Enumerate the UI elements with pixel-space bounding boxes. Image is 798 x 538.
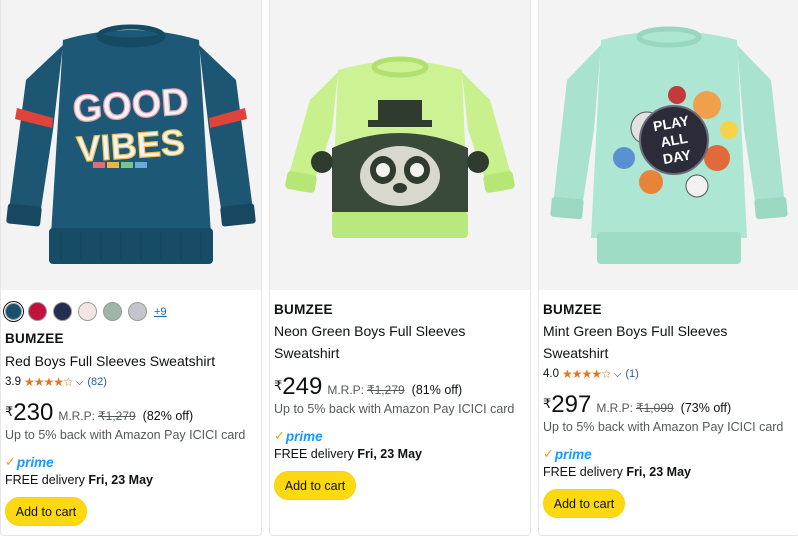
more-colors-link[interactable]: +9	[154, 306, 167, 318]
swatch-blue[interactable]	[5, 303, 22, 320]
swatch-pink[interactable]	[78, 302, 97, 321]
product-card[interactable]: PLAY ALL DAY BUMZEE Mint Green Boys Full…	[538, 0, 798, 536]
product-title-line-2[interactable]: Sweatshirt	[543, 342, 795, 364]
product-title-line-1[interactable]: Neon Green Boys Full Sleeves	[274, 320, 526, 342]
rating-value: 4.0	[543, 368, 559, 380]
delivery-text: FREE delivery Fri, 23 May	[5, 473, 153, 487]
prime-check-icon: ✓	[274, 428, 285, 443]
mrp-label: M.R.P:	[596, 401, 633, 415]
product-title-line-1[interactable]: Mint Green Boys Full Sleeves	[543, 320, 795, 342]
cashback-text: Up to 5% back with Amazon Pay ICICI card	[274, 402, 515, 416]
prime-badge: ✓ prime	[274, 428, 323, 444]
add-to-cart-button[interactable]: Add to cart	[5, 497, 87, 526]
product-image[interactable]: GOOD VIBES	[1, 0, 261, 290]
review-count-link[interactable]: (1)	[625, 368, 638, 380]
cashback-text: Up to 5% back with Amazon Pay ICICI card	[543, 420, 784, 434]
price-value[interactable]: 249	[282, 375, 322, 399]
cashback-text: Up to 5% back with Amazon Pay ICICI card	[5, 428, 246, 442]
star-rating-icon[interactable]: ★★★★☆	[24, 375, 74, 389]
star-rating-icon[interactable]: ★★★★☆	[562, 367, 612, 381]
delivery-text: FREE delivery Fri, 23 May	[543, 465, 691, 479]
mrp-label: M.R.P:	[327, 383, 364, 397]
product-title-line-2[interactable]: Sweatshirt	[274, 342, 526, 364]
discount-percent: (73% off)	[680, 401, 732, 415]
add-to-cart-button[interactable]: Add to cart	[543, 489, 625, 518]
currency-symbol: ₹	[543, 396, 552, 411]
swatch-sage[interactable]	[103, 302, 122, 321]
mrp-label: M.R.P:	[58, 409, 95, 423]
delivery-text: FREE delivery Fri, 23 May	[274, 447, 422, 461]
currency-symbol: ₹	[274, 378, 283, 393]
product-title[interactable]: Red Boys Full Sleeves Sweatshirt	[5, 350, 257, 372]
product-card[interactable]: GOOD VIBES +9 BUMZEE Red Boys Full Sleev…	[0, 0, 262, 536]
rating-row: 3.9 ★★★★☆ ⌵ (82)	[5, 374, 257, 390]
review-count-link[interactable]: (82)	[87, 376, 107, 388]
product-card[interactable]: BUMZEE Neon Green Boys Full Sleeves Swea…	[269, 0, 531, 536]
swatch-navy[interactable]	[53, 302, 72, 321]
brand-name: BUMZEE	[5, 331, 64, 346]
rating-row: 4.0 ★★★★☆ ⌵ (1)	[543, 366, 795, 382]
brand-name: BUMZEE	[274, 302, 333, 317]
price-row: ₹ 249 M.R.P: ₹1,279 (81% off)	[274, 375, 526, 399]
price-value[interactable]: 230	[13, 401, 53, 425]
mrp-value: ₹1,279	[367, 383, 405, 397]
rating-value: 3.9	[5, 376, 21, 388]
prime-badge: ✓ prime	[543, 446, 592, 462]
prime-check-icon: ✓	[5, 454, 16, 469]
mrp-value: ₹1,279	[98, 409, 136, 423]
color-swatches: +9	[5, 302, 167, 321]
discount-percent: (82% off)	[142, 409, 194, 423]
brand-name: BUMZEE	[543, 302, 602, 317]
mrp-value: ₹1,099	[636, 401, 674, 415]
product-image[interactable]: PLAY ALL DAY	[539, 0, 798, 290]
currency-symbol: ₹	[5, 404, 14, 419]
chevron-down-icon[interactable]: ⌵	[614, 369, 622, 380]
prime-badge: ✓ prime	[5, 454, 54, 470]
prime-check-icon: ✓	[543, 446, 554, 461]
price-row: ₹ 297 M.R.P: ₹1,099 (73% off)	[543, 393, 795, 417]
swatch-red[interactable]	[28, 302, 47, 321]
discount-percent: (81% off)	[411, 383, 463, 397]
product-image[interactable]	[270, 0, 530, 290]
swatch-grey[interactable]	[128, 302, 147, 321]
add-to-cart-button[interactable]: Add to cart	[274, 471, 356, 500]
price-row: ₹ 230 M.R.P: ₹1,279 (82% off)	[5, 401, 257, 425]
price-value[interactable]: 297	[551, 393, 591, 417]
chevron-down-icon[interactable]: ⌵	[76, 377, 84, 388]
